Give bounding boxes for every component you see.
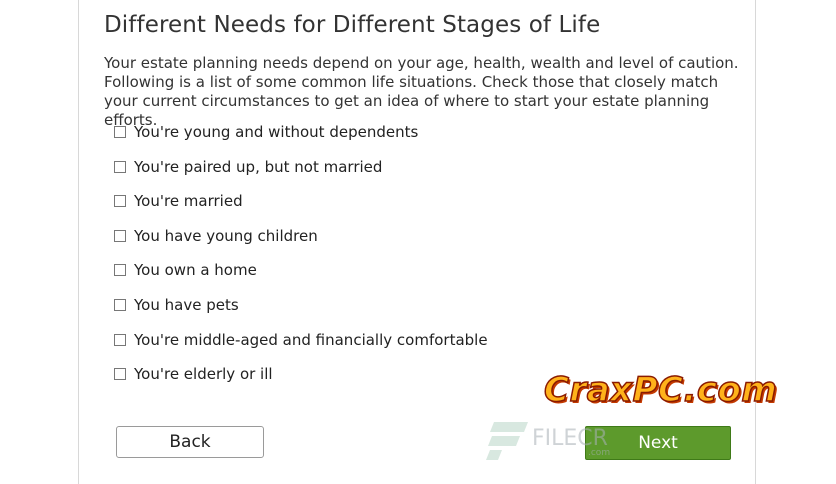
checkbox[interactable] bbox=[114, 368, 126, 381]
checkbox[interactable] bbox=[114, 229, 126, 242]
option-married[interactable]: You're married bbox=[114, 191, 488, 211]
option-pets[interactable]: You have pets bbox=[114, 295, 488, 315]
wizard-panel: Different Needs for Different Stages of … bbox=[78, 0, 756, 484]
checkbox[interactable] bbox=[114, 160, 126, 173]
back-button[interactable]: Back bbox=[116, 426, 264, 458]
option-label: You have young children bbox=[134, 226, 318, 245]
option-elderly-ill[interactable]: You're elderly or ill bbox=[114, 364, 488, 384]
option-own-home[interactable]: You own a home bbox=[114, 260, 488, 280]
option-label: You're young and without dependents bbox=[134, 123, 419, 141]
intro-text: Your estate planning needs depend on you… bbox=[104, 54, 739, 129]
filecr-com-text: .com bbox=[588, 448, 611, 458]
life-situations-list: You're young and without dependents You'… bbox=[114, 122, 488, 399]
option-paired-not-married[interactable]: You're paired up, but not married bbox=[114, 157, 488, 177]
option-label: You're paired up, but not married bbox=[134, 157, 383, 176]
checkbox[interactable] bbox=[114, 195, 126, 208]
option-label: You own a home bbox=[134, 261, 257, 280]
filecr-watermark: FILECR .com bbox=[484, 418, 611, 462]
option-young-no-dependents[interactable]: You're young and without dependents bbox=[114, 122, 488, 142]
option-label: You're married bbox=[134, 192, 243, 211]
filecr-logo-icon bbox=[486, 422, 528, 460]
option-label: You're middle-aged and financially comfo… bbox=[134, 330, 488, 349]
checkbox[interactable] bbox=[114, 298, 126, 311]
option-young-children[interactable]: You have young children bbox=[114, 226, 488, 246]
filecr-text: FILECR bbox=[532, 425, 608, 451]
checkbox[interactable] bbox=[114, 126, 126, 138]
craxpc-watermark: CraxPC.com bbox=[543, 369, 778, 411]
checkbox[interactable] bbox=[114, 333, 126, 346]
option-label: You have pets bbox=[134, 295, 239, 314]
page-title: Different Needs for Different Stages of … bbox=[104, 12, 601, 38]
checkbox[interactable] bbox=[114, 264, 126, 277]
option-middle-aged-comfortable[interactable]: You're middle-aged and financially comfo… bbox=[114, 330, 488, 350]
option-label: You're elderly or ill bbox=[134, 365, 273, 384]
